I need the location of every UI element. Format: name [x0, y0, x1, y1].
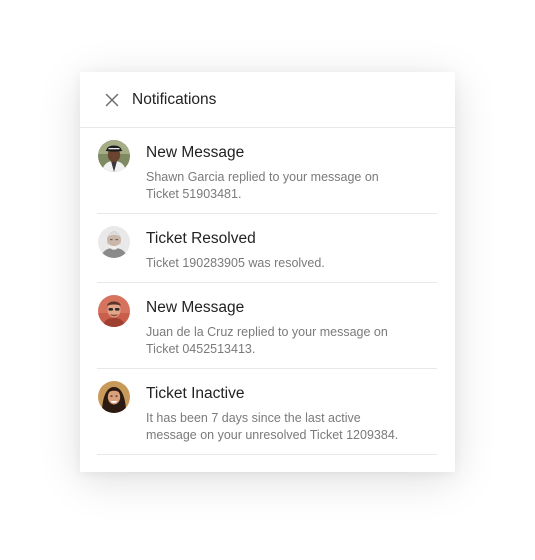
avatar: [98, 140, 130, 172]
notification-title: Ticket Inactive: [146, 385, 245, 402]
avatar: [98, 381, 130, 413]
notification-title: Ticket Resolved: [146, 230, 256, 247]
avatar: [98, 295, 130, 327]
notifications-header: Notifications: [80, 72, 455, 128]
notification-item[interactable]: Ticket Inactive It has been 7 days since…: [97, 369, 437, 455]
close-icon: [102, 90, 122, 110]
avatar: [98, 226, 130, 258]
notification-item[interactable]: New Message Shawn Garcia replied to your…: [97, 128, 437, 214]
close-button[interactable]: [102, 90, 122, 110]
notification-body: Ticket 190283905 was resolved.: [146, 256, 325, 270]
notification-title: New Message: [146, 299, 245, 316]
notifications-panel: Notifications New Message Shawn Garcia r…: [80, 72, 455, 472]
notification-item[interactable]: Ticket Resolved Ticket 190283905 was res…: [97, 214, 437, 283]
notification-title: New Message: [146, 144, 245, 161]
notification-body: Juan de la Cruz replied to your message …: [146, 325, 388, 356]
notification-list: New Message Shawn Garcia replied to your…: [97, 128, 437, 455]
notification-body: Shawn Garcia replied to your message on …: [146, 170, 379, 201]
panel-title: Notifications: [132, 91, 217, 108]
notification-body: It has been 7 days since the last active…: [146, 411, 399, 442]
notification-item[interactable]: New Message Juan de la Cruz replied to y…: [97, 283, 437, 369]
